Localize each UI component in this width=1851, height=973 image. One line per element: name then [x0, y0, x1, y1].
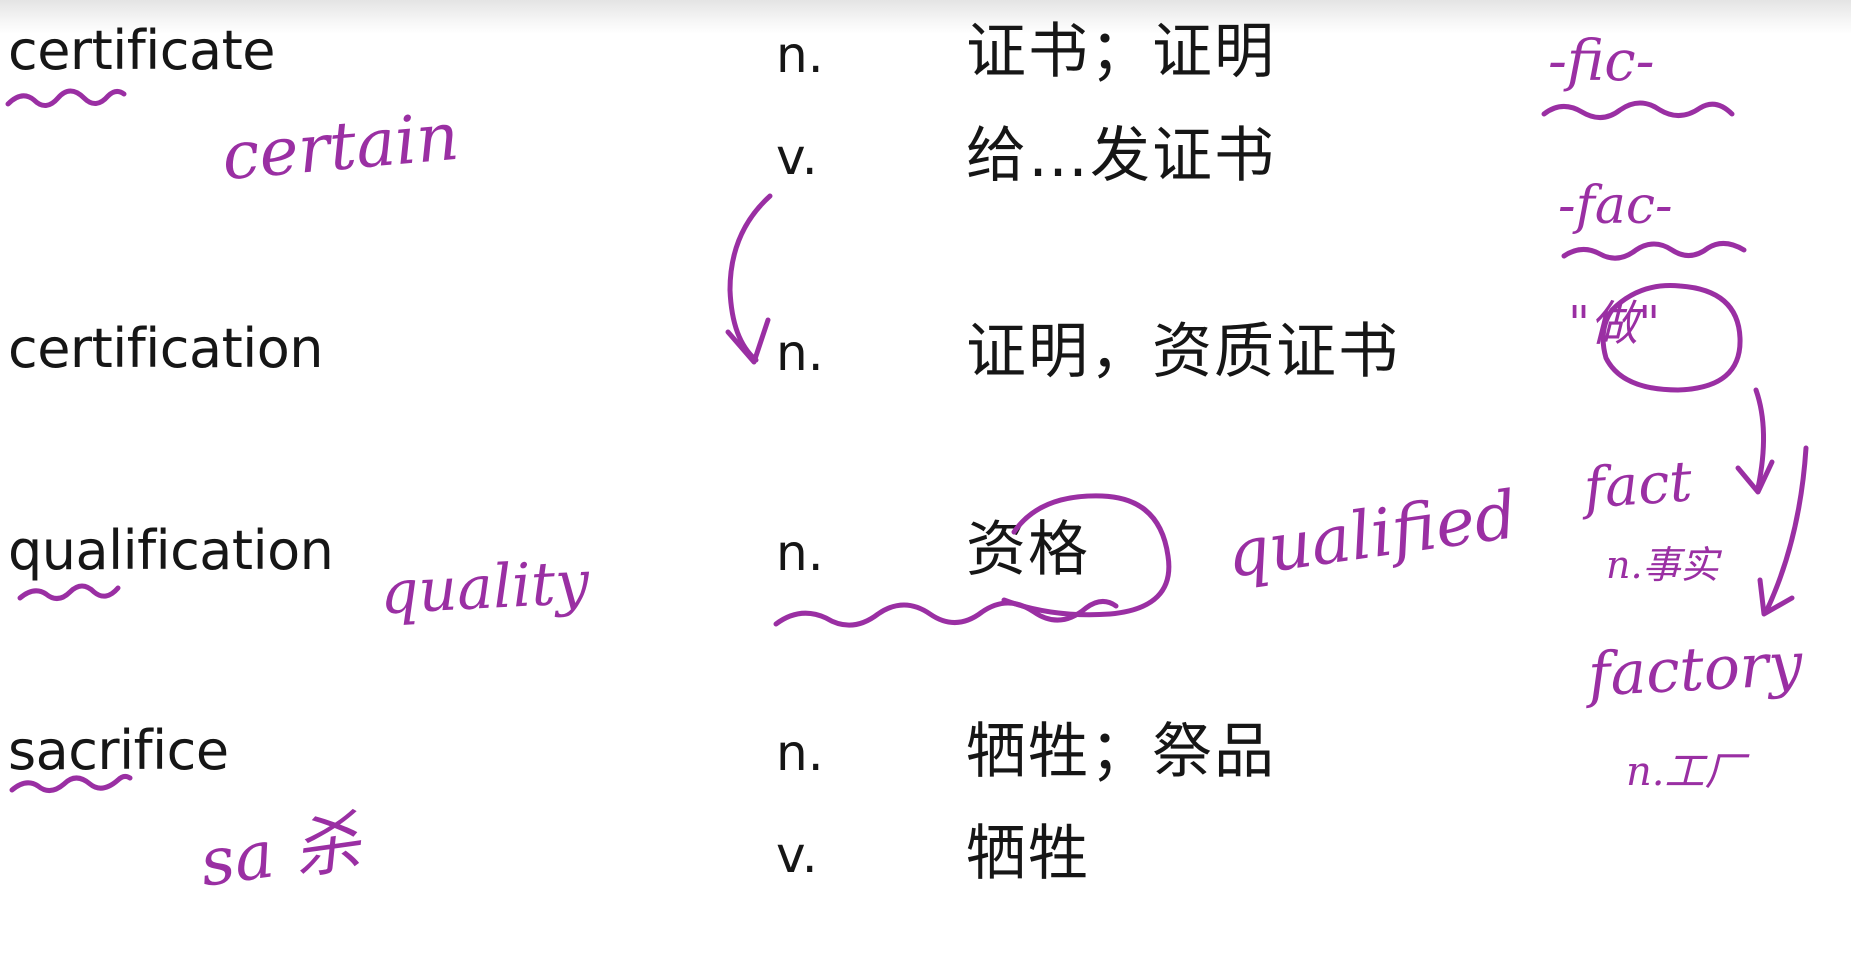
- wavy-underline-certificate: [5, 88, 127, 108]
- circle-zige: [1001, 493, 1172, 618]
- circle-zuo: [1600, 283, 1743, 393]
- wavy-underline-qualification: [17, 583, 121, 601]
- arrow-zuo-to-fact: [1753, 387, 1767, 491]
- arrow-fact-to-factory: [1763, 445, 1809, 615]
- arrow-head-zuo: [1735, 459, 1775, 495]
- ink-annotations: [5, 88, 1809, 793]
- wavy-underline-fac: [1561, 241, 1747, 261]
- wavy-underline-fic: [1541, 100, 1735, 120]
- wavy-underline-sacrifice: [9, 773, 133, 793]
